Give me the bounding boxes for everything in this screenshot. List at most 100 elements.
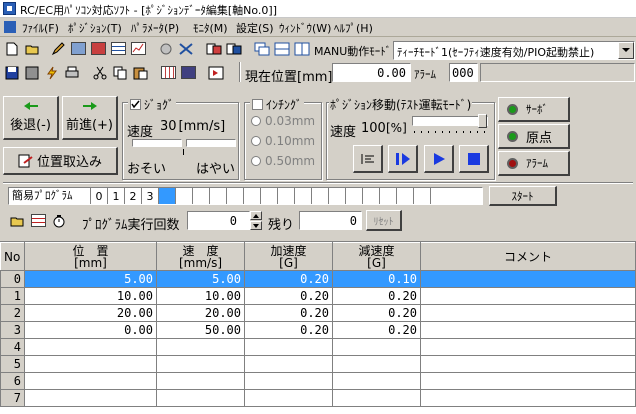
header-comment[interactable]: コメント [420, 242, 636, 271]
upload-icon[interactable] [205, 40, 223, 57]
program-step-empty[interactable] [312, 188, 329, 204]
program-step-empty[interactable] [380, 188, 397, 204]
menu-parameter[interactable]: ﾊﾟﾗﾒｰﾀ(P) [131, 20, 179, 36]
header-position[interactable]: 位 置 [mm] [24, 242, 157, 271]
new-file-icon[interactable] [3, 40, 21, 57]
lightning-icon[interactable] [43, 64, 61, 81]
cell-acc[interactable]: 0.20 [244, 270, 333, 288]
cell-pos[interactable]: 5.00 [24, 270, 157, 288]
program-step-1[interactable]: 1 [108, 188, 125, 204]
step-run-button[interactable] [388, 145, 418, 173]
cell-acc[interactable] [244, 338, 333, 356]
table-row[interactable]: 6 [0, 372, 636, 390]
program-step-empty[interactable] [414, 188, 431, 204]
cell-pos[interactable] [24, 338, 157, 356]
open-folder-icon[interactable] [23, 40, 41, 57]
tile-horizontal-icon[interactable] [273, 40, 291, 57]
cell-cmt[interactable] [420, 287, 636, 305]
manu-mode-select[interactable]: ﾃｨｰﾁﾓｰﾄﾞ1(ｾｰﾌﾃｨ速度有効/PIO起動禁止) [393, 41, 635, 60]
cell-spd[interactable]: 20.00 [156, 304, 245, 322]
step-to-position-button[interactable] [353, 145, 383, 173]
program-step-empty[interactable] [329, 188, 346, 204]
inching-option-1[interactable]: 0.10mm [251, 134, 315, 148]
program-step-empty[interactable] [176, 188, 193, 204]
inching-option-0[interactable]: 0.03mm [251, 114, 315, 128]
cell-acc[interactable] [244, 389, 333, 407]
cell-acc[interactable]: 0.20 [244, 304, 333, 322]
program-step-empty[interactable] [193, 188, 210, 204]
program-step-empty[interactable] [363, 188, 380, 204]
program-step-empty[interactable] [295, 188, 312, 204]
cell-pos[interactable] [24, 355, 157, 373]
menu-window[interactable]: ｳｨﾝﾄﾞｳ(W) [279, 20, 331, 36]
table-row[interactable]: 3 0.00 50.00 0.20 0.20 [0, 321, 636, 339]
program-step-3[interactable]: 3 [142, 188, 159, 204]
cell-spd[interactable]: 5.00 [156, 270, 245, 288]
axis-config-icon[interactable] [157, 40, 175, 57]
program-table-icon[interactable] [29, 212, 47, 229]
monitor-icon[interactable] [69, 40, 87, 57]
cell-cmt[interactable] [420, 355, 636, 373]
program-step-empty[interactable] [244, 188, 261, 204]
exec-count-input[interactable]: 0 [187, 211, 250, 230]
download-icon[interactable] [225, 40, 243, 57]
menu-file[interactable]: ﾌｧｲﾙ(F) [22, 20, 59, 36]
program-step-empty[interactable] [210, 188, 227, 204]
cell-dec[interactable] [332, 355, 421, 373]
inching-option-2[interactable]: 0.50mm [251, 154, 315, 168]
jog-speed-slider-track-right[interactable] [186, 139, 236, 147]
cell-cmt[interactable] [420, 321, 636, 339]
cut-icon[interactable] [91, 64, 109, 81]
alarm-reset-button[interactable]: ｱﾗｰﾑ [498, 151, 570, 176]
header-decel[interactable]: 減速度 [G] [332, 242, 421, 271]
table-row[interactable]: 0 5.00 5.00 0.20 0.10 [0, 270, 636, 288]
menu-help[interactable]: ﾍﾙﾌﾟ(H) [334, 20, 373, 36]
posmove-speed-slider-thumb[interactable] [478, 114, 487, 128]
cell-dec[interactable] [332, 372, 421, 390]
tools-icon[interactable] [177, 40, 195, 57]
menu-settings[interactable]: 設定(S) [236, 20, 274, 36]
cell-cmt[interactable] [420, 372, 636, 390]
cell-dec[interactable] [332, 389, 421, 407]
cursor-move-icon[interactable] [207, 64, 225, 81]
cell-acc[interactable]: 0.20 [244, 321, 333, 339]
program-step-empty[interactable] [261, 188, 278, 204]
program-step-empty[interactable] [227, 188, 244, 204]
origin-button[interactable]: 原点 [498, 124, 570, 149]
jog-checkbox[interactable] [130, 99, 141, 110]
cell-dec[interactable]: 0.20 [332, 287, 421, 305]
header-accel[interactable]: 加速度 [G] [244, 242, 333, 271]
screen-icon[interactable] [179, 64, 197, 81]
chart-icon[interactable] [129, 40, 147, 57]
header-no[interactable]: No [0, 242, 25, 271]
cell-cmt[interactable] [420, 304, 636, 322]
program-step-0[interactable]: 0 [91, 188, 108, 204]
cell-spd[interactable]: 50.00 [156, 321, 245, 339]
cell-pos[interactable]: 10.00 [24, 287, 157, 305]
table-icon[interactable] [109, 40, 127, 57]
inching-checkbox-row[interactable]: ｲﾝﾁﾝｸﾞ [250, 96, 305, 113]
save-as-icon[interactable] [23, 64, 41, 81]
spin-up-icon[interactable] [250, 211, 262, 220]
cell-pos[interactable]: 20.00 [24, 304, 157, 322]
header-speed[interactable]: 速 度 [mm/s] [156, 242, 245, 271]
reset-button[interactable]: ﾘｾｯﾄ [366, 210, 402, 231]
paste-icon[interactable] [131, 64, 149, 81]
table-row[interactable]: 7 [0, 389, 636, 407]
tile-vertical-icon[interactable] [293, 40, 311, 57]
cell-dec[interactable] [332, 338, 421, 356]
save-icon[interactable] [3, 64, 21, 81]
jog-speed-slider-track-left[interactable] [132, 139, 182, 147]
radio-button[interactable] [251, 156, 261, 166]
table-row[interactable]: 5 [0, 355, 636, 373]
menu-monitor[interactable]: ﾓﾆﾀ(M) [193, 20, 228, 36]
stop-button[interactable] [459, 145, 489, 173]
cell-cmt[interactable] [420, 270, 636, 288]
cell-acc[interactable]: 0.20 [244, 287, 333, 305]
posmove-speed-slider-track[interactable] [412, 116, 488, 126]
menu-position[interactable]: ﾎﾟｼﾞｼｮﾝ(T) [68, 20, 122, 36]
jog-back-button[interactable]: 後退(-) [3, 96, 59, 140]
table-row[interactable]: 4 [0, 338, 636, 356]
grid-icon[interactable] [159, 64, 177, 81]
cell-dec[interactable]: 0.20 [332, 321, 421, 339]
